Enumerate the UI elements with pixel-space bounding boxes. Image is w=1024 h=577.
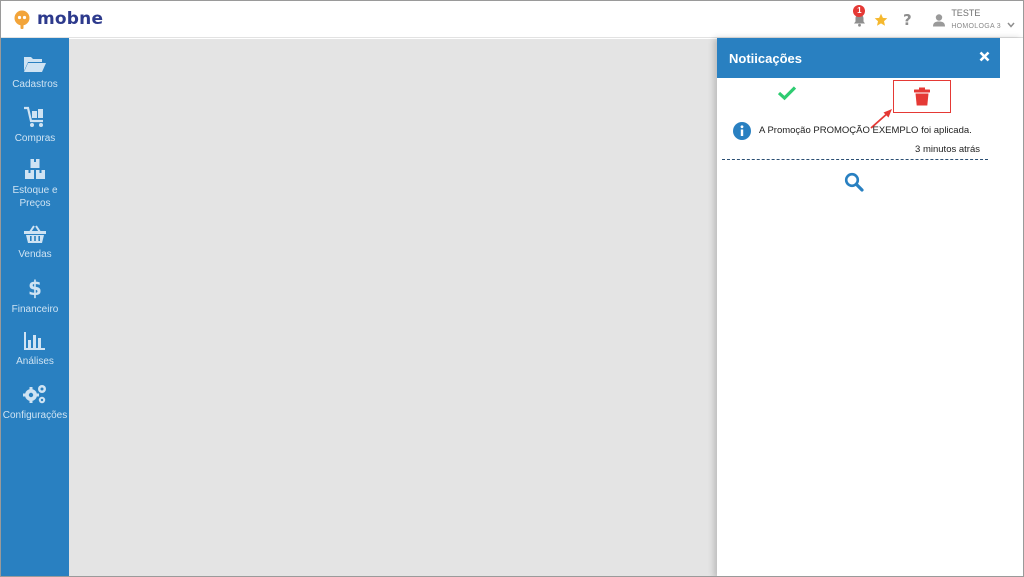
user-org: HOMOLOGA 3 [951,23,1001,30]
sidebar-item-label: Análises [16,356,54,367]
cart-icon [24,106,43,127]
dollar-icon: $ [28,277,42,299]
sidebar-item-estoque[interactable]: Estoque e Preços [1,158,69,210]
app-window: mobne 1 ? TESTE HOMOLOGA 3 Cadastros Com… [0,0,1024,577]
logo[interactable]: mobne [11,8,103,30]
sidebar-item-compras[interactable]: Compras [1,106,69,145]
notifications-title: Notiicações [729,51,802,66]
sidebar-item-financeiro[interactable]: $ Financeiro [1,277,69,316]
sidebar: Cadastros Compras Estoque e Preços Venda… [1,38,69,576]
sidebar-item-label: Vendas [18,249,52,260]
folder-open-icon [24,57,46,72]
top-bar: mobne 1 ? TESTE HOMOLOGA 3 [1,1,1023,38]
sidebar-item-cadastros[interactable]: Cadastros [1,54,69,91]
bar-chart-icon [24,332,45,350]
help-button[interactable]: ? [896,9,918,31]
boxes-icon [25,159,45,179]
sidebar-item-label: Estoque e Preços [12,185,58,209]
favorites-button[interactable] [870,9,892,31]
notification-time: 3 minutos atrás [915,144,980,155]
basket-icon [24,225,46,243]
help-icon: ? [902,10,912,29]
notifications-button[interactable]: 1 [848,4,870,31]
notification-count-badge: 1 [853,4,866,17]
user-icon [933,13,946,26]
check-icon[interactable] [777,85,797,101]
brand-name: mobne [37,9,104,29]
sidebar-item-analises[interactable]: Análises [1,331,69,368]
notification-message: A Promoção PROMOÇÃO EXEMPLO foi aplicada… [759,125,972,136]
sidebar-item-label: Compras [14,133,56,144]
sidebar-item-vendas[interactable]: Vendas [1,224,69,261]
user-menu[interactable]: TESTE HOMOLOGA 3 [932,8,1015,30]
sidebar-item-label: Cadastros [12,79,58,90]
user-name: TESTE [951,8,981,18]
gears-icon [23,385,46,404]
logo-icon [14,10,30,29]
main-content-area [69,39,719,576]
chevron-down-icon[interactable] [1007,22,1015,28]
separator [722,159,988,160]
notifications-header: Notiicações [717,38,1000,78]
delete-all-button[interactable] [893,80,951,113]
svg-text:$: $ [28,277,42,299]
sidebar-item-configuracoes[interactable]: Configurações [1,383,69,422]
top-actions: 1 ? TESTE HOMOLOGA 3 [848,1,1015,38]
notifications-panel: Notiicações A Promoção PROMOÇÃO EXEMPLO … [717,38,1023,576]
close-icon[interactable] [979,51,990,62]
trash-icon [914,87,930,106]
sidebar-item-label: Financeiro [11,304,59,315]
star-icon [875,13,888,26]
search-icon[interactable] [844,172,864,192]
info-icon [733,122,751,140]
sidebar-item-label: Configurações [2,410,68,421]
